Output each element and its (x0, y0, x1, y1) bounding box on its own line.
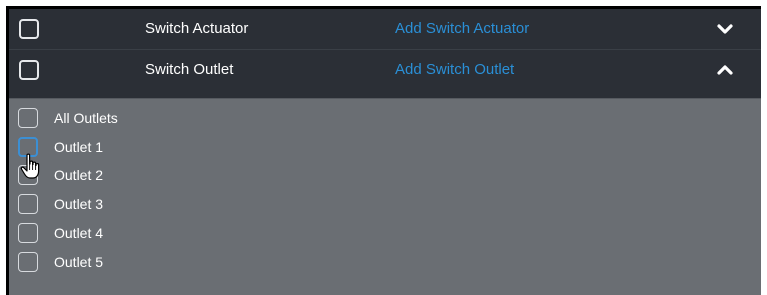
switch-outlet-checkbox[interactable] (19, 60, 39, 80)
row-switch-outlet[interactable]: Switch Outlet Add Switch Outlet (9, 49, 761, 90)
outlet-4-label: Outlet 4 (54, 225, 104, 241)
switch-actuator-label: Switch Actuator (145, 20, 249, 37)
screenshot-frame: Switch Actuator Add Switch Actuator Swit… (6, 6, 761, 295)
outlet-3-label: Outlet 3 (54, 196, 104, 212)
chevron-up-icon[interactable] (715, 60, 735, 80)
outlet-3-checkbox[interactable] (18, 194, 38, 214)
outlet-5-label: Outlet 5 (54, 254, 104, 270)
row-switch-actuator[interactable]: Switch Actuator Add Switch Actuator (9, 9, 761, 49)
list-item-outlet-4[interactable]: Outlet 4 (9, 221, 761, 245)
add-switch-actuator-link[interactable]: Add Switch Actuator (395, 20, 529, 37)
all-outlets-label: All Outlets (54, 110, 118, 126)
outlet-5-checkbox[interactable] (18, 252, 38, 272)
outlet-list: All Outlets Outlet 1 Outlet 2 Outlet 3 O… (9, 98, 761, 295)
add-switch-outlet-link[interactable]: Add Switch Outlet (395, 61, 514, 78)
list-item-outlet-5[interactable]: Outlet 5 (9, 250, 761, 274)
outlet-1-label: Outlet 1 (54, 139, 104, 155)
switch-outlet-label: Switch Outlet (145, 61, 234, 78)
all-outlets-checkbox[interactable] (18, 108, 38, 128)
list-item-all-outlets[interactable]: All Outlets (9, 106, 761, 130)
outlet-2-label: Outlet 2 (54, 167, 104, 183)
switch-actuator-checkbox[interactable] (19, 19, 39, 39)
outlet-1-checkbox[interactable] (18, 137, 38, 157)
list-item-outlet-3[interactable]: Outlet 3 (9, 192, 761, 216)
device-type-panel: Switch Actuator Add Switch Actuator Swit… (9, 9, 761, 295)
outlet-4-checkbox[interactable] (18, 223, 38, 243)
chevron-down-icon[interactable] (715, 19, 735, 39)
outlet-2-checkbox[interactable] (18, 165, 38, 185)
list-item-outlet-2[interactable]: Outlet 2 (9, 163, 761, 187)
list-item-outlet-1[interactable]: Outlet 1 (9, 135, 761, 159)
